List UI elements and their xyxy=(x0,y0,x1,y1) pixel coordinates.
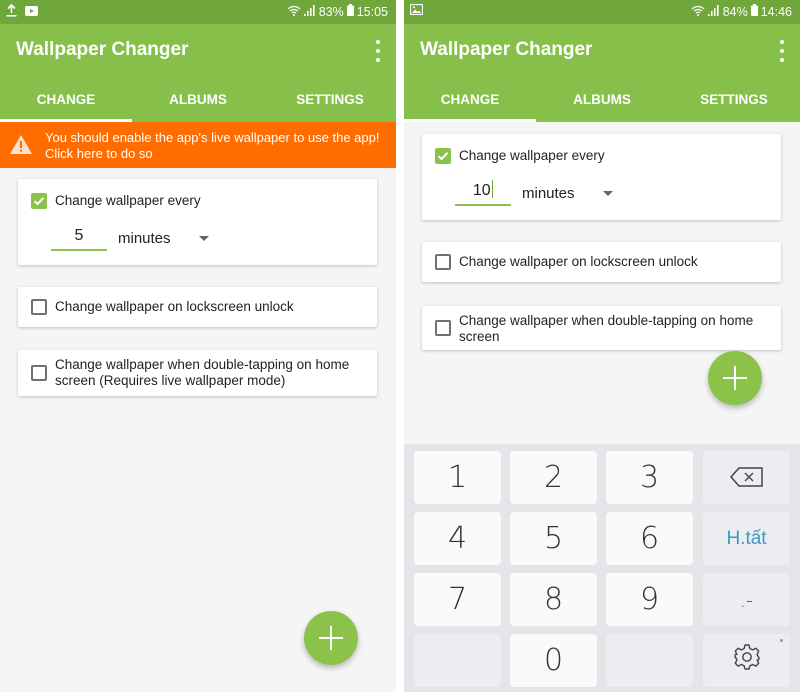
doubletap-card: Change wallpaper when double-tapping on … xyxy=(18,350,377,396)
live-wallpaper-warning-banner[interactable]: You should enable the app's live wallpap… xyxy=(0,122,396,168)
key-5[interactable]: 5 xyxy=(510,512,597,565)
done-key[interactable]: H.tất xyxy=(703,512,790,565)
status-bar: 84% 14:46 xyxy=(404,0,800,24)
clock: 15:05 xyxy=(356,4,388,19)
text-cursor xyxy=(491,180,494,198)
app-bar: Wallpaper Changer xyxy=(0,24,396,80)
lockscreen-label: Change wallpaper on lockscreen unlock xyxy=(459,254,698,269)
key-1[interactable]: 1 xyxy=(414,451,501,504)
interval-unit-select[interactable]: minutes xyxy=(522,185,575,202)
lockscreen-card: Change wallpaper on lockscreen unlock xyxy=(422,242,781,282)
done-key-label: H.tất xyxy=(726,527,767,549)
interval-unit-select[interactable]: minutes xyxy=(118,230,171,247)
interval-checkbox[interactable] xyxy=(435,148,451,164)
key-7[interactable]: 7 xyxy=(414,573,501,626)
lockscreen-checkbox[interactable] xyxy=(31,299,47,315)
youtube-icon xyxy=(25,5,38,19)
wifi-icon xyxy=(287,5,301,19)
clock: 14:46 xyxy=(760,4,792,19)
interval-label: Change wallpaper every xyxy=(55,193,201,208)
lockscreen-card: Change wallpaper on lockscreen unlock xyxy=(18,287,377,327)
battery-percent: 84% xyxy=(722,4,748,19)
numeric-keyboard: 1 2 3 4 5 6 H.tất 7 8 9 .- 0 xyxy=(404,444,800,692)
tab-albums[interactable]: ALBUMS xyxy=(132,80,264,122)
lockscreen-checkbox[interactable] xyxy=(435,254,451,270)
indicator-dot xyxy=(780,639,783,642)
warning-message: You should enable the app's live wallpap… xyxy=(45,130,380,161)
doubletap-label: Change wallpaper when double-tapping on … xyxy=(459,313,754,344)
interval-value-text: 10 xyxy=(472,182,491,199)
keyboard-settings-key[interactable] xyxy=(703,634,790,687)
interval-card: Change wallpaper every 10 minutes xyxy=(422,134,781,220)
tab-albums[interactable]: ALBUMS xyxy=(536,80,668,122)
doubletap-card: Change wallpaper when double-tapping on … xyxy=(422,306,781,350)
key-3[interactable]: 3 xyxy=(606,451,693,504)
warning-icon xyxy=(9,134,33,160)
upload-icon xyxy=(6,3,17,20)
key-2[interactable]: 2 xyxy=(510,451,597,504)
interval-card: Change wallpaper every 5 minutes xyxy=(18,179,377,265)
dropdown-arrow-icon[interactable] xyxy=(603,191,613,196)
interval-label: Change wallpaper every xyxy=(459,148,605,163)
image-icon xyxy=(409,3,424,18)
interval-checkbox[interactable] xyxy=(31,193,47,209)
tab-bar: CHANGE ALBUMS SETTINGS xyxy=(404,80,800,122)
dropdown-arrow-icon[interactable] xyxy=(199,236,209,241)
tab-settings[interactable]: SETTINGS xyxy=(668,80,800,122)
tab-bar: CHANGE ALBUMS SETTINGS xyxy=(0,80,396,122)
doubletap-checkbox[interactable] xyxy=(31,365,47,381)
phone-screen-right: 84% 14:46 Wallpaper Changer CHANGE ALBUM… xyxy=(404,0,800,692)
lockscreen-label: Change wallpaper on lockscreen unlock xyxy=(55,299,294,314)
interval-value-input[interactable]: 10 xyxy=(455,178,511,206)
app-title: Wallpaper Changer xyxy=(16,39,189,60)
app-bar: Wallpaper Changer xyxy=(404,24,800,80)
status-bar: 83% 15:05 xyxy=(0,0,396,24)
doubletap-label: Change wallpaper when double-tapping on … xyxy=(55,357,350,388)
battery-percent: 83% xyxy=(318,4,344,19)
key-9[interactable]: 9 xyxy=(606,573,693,626)
blank-key-right xyxy=(606,634,693,687)
tab-settings[interactable]: SETTINGS xyxy=(264,80,396,122)
overflow-menu-icon[interactable] xyxy=(778,40,786,62)
doubletap-checkbox[interactable] xyxy=(435,320,451,336)
key-8[interactable]: 8 xyxy=(510,573,597,626)
wifi-icon xyxy=(691,5,705,19)
punctuation-key-label: .- xyxy=(739,587,754,612)
signal-icon xyxy=(707,4,720,19)
overflow-menu-icon[interactable] xyxy=(374,40,382,62)
phone-screen-left: 83% 15:05 Wallpaper Changer CHANGE ALBUM… xyxy=(0,0,396,692)
blank-key-left xyxy=(414,634,501,687)
backspace-key[interactable] xyxy=(703,451,790,504)
interval-value-input[interactable]: 5 xyxy=(51,223,107,251)
punctuation-key[interactable]: .- xyxy=(703,573,790,626)
add-fab-button[interactable] xyxy=(304,611,358,665)
battery-icon xyxy=(750,4,758,19)
key-0[interactable]: 0 xyxy=(510,634,597,687)
app-title: Wallpaper Changer xyxy=(420,39,593,60)
add-fab-button[interactable] xyxy=(708,351,762,405)
gear-icon xyxy=(732,642,762,680)
tab-change[interactable]: CHANGE xyxy=(404,80,536,122)
key-6[interactable]: 6 xyxy=(606,512,693,565)
tab-change[interactable]: CHANGE xyxy=(0,80,132,122)
backspace-icon xyxy=(729,460,764,495)
battery-icon xyxy=(346,4,354,19)
key-4[interactable]: 4 xyxy=(414,512,501,565)
comparison-stage: 83% 15:05 Wallpaper Changer CHANGE ALBUM… xyxy=(0,0,800,692)
signal-icon xyxy=(303,4,316,19)
